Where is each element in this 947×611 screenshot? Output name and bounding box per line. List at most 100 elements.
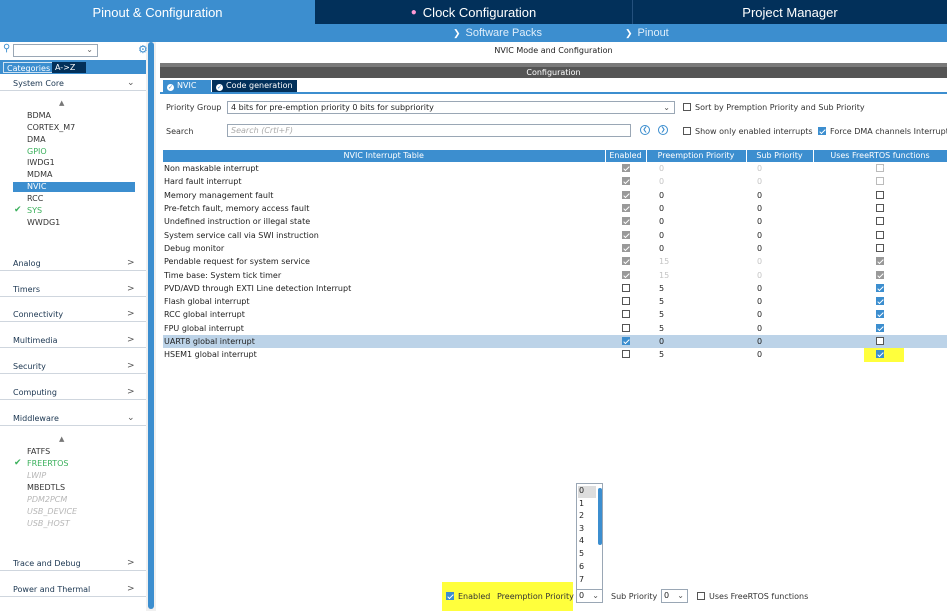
tab-code-generation[interactable]: ✓ Code generation	[212, 80, 297, 92]
freertos-checkbox[interactable]	[876, 243, 884, 252]
sub-priority-value[interactable]: 0	[746, 228, 813, 241]
tab-clock-configuration[interactable]: ● Clock Configuration	[315, 0, 633, 24]
preemption-priority-select[interactable]: 0 ⌄	[576, 589, 603, 603]
dropdown-option[interactable]: 7	[579, 575, 584, 587]
table-row[interactable]: Pendable request for system service 15 0	[163, 255, 947, 268]
column-header-enabled[interactable]: Enabled	[605, 150, 647, 162]
dropdown-option[interactable]: 6	[579, 562, 584, 574]
sidebar-item-rcc[interactable]: RCC	[27, 194, 43, 204]
preemption-value[interactable]: 0	[646, 334, 746, 349]
sidebar-item-iwdg1[interactable]: IWDG1	[27, 158, 55, 168]
column-header-name[interactable]: NVIC Interrupt Table	[163, 150, 606, 162]
force-dma-option[interactable]: Force DMA channels Interrupts	[818, 127, 947, 136]
show-enabled-checkbox[interactable]	[683, 127, 691, 135]
sort-checkbox[interactable]	[683, 103, 691, 111]
table-row[interactable]: HSEM1 global interrupt 5 0	[163, 348, 947, 361]
table-row[interactable]: Debug monitor 0 0	[163, 242, 947, 255]
priority-group-select[interactable]: 4 bits for pre-emption priority 0 bits f…	[227, 101, 675, 114]
sub-priority-value[interactable]: 0	[746, 322, 813, 335]
sidebar-item-bdma[interactable]: BDMA	[27, 111, 51, 121]
table-row[interactable]: Memory management fault 0 0	[163, 189, 947, 202]
section-multimedia[interactable]: Multimedia >	[0, 334, 146, 348]
enabled-option[interactable]: Enabled	[446, 592, 490, 601]
search-input[interactable]: Search (Crtl+F)	[227, 124, 631, 137]
sort-icon[interactable]: ▲	[59, 435, 64, 443]
column-header-freertos[interactable]: Uses FreeRTOS functions	[813, 150, 947, 162]
preemption-value[interactable]: 0	[646, 202, 746, 215]
freertos-checkbox[interactable]	[876, 350, 884, 359]
table-row[interactable]: Pre-fetch fault, memory access fault 0 0	[163, 202, 947, 215]
enabled-checkbox[interactable]	[621, 310, 630, 319]
sub-priority-value[interactable]: 0	[746, 242, 813, 255]
sub-priority-value[interactable]: 0	[746, 334, 813, 349]
table-row[interactable]: Hard fault interrupt 0 0	[163, 175, 947, 188]
table-row[interactable]: Undefined instruction or illegal state 0 0	[163, 215, 947, 228]
table-row[interactable]: RCC global interrupt 5 0	[163, 308, 947, 321]
table-row[interactable]: Non maskable interrupt 0 0	[163, 162, 947, 175]
sidebar-item-nvic[interactable]: NVIC	[13, 182, 135, 192]
freertos-checkbox[interactable]	[876, 230, 884, 239]
section-analog[interactable]: Analog >	[0, 257, 146, 271]
tab-project-manager[interactable]: Project Manager	[633, 0, 947, 24]
software-packs-menu[interactable]: ❯ Software Packs	[453, 25, 542, 41]
dropdown-option[interactable]: 0	[578, 486, 596, 498]
tab-pinout-configuration[interactable]: Pinout & Configuration	[0, 0, 315, 24]
section-connectivity[interactable]: Connectivity >	[0, 308, 146, 322]
tab-nvic[interactable]: ✓ NVIC	[163, 80, 211, 92]
sidebar-item-mbedtls[interactable]: MBEDTLS	[27, 483, 65, 493]
sidebar-search-input[interactable]: ⌄	[13, 44, 98, 57]
dropdown-scrollbar[interactable]	[598, 488, 602, 545]
dropdown-option[interactable]: 5	[579, 549, 584, 561]
enabled-checkbox[interactable]	[621, 283, 630, 292]
sidebar-item-sys[interactable]: SYS	[27, 206, 42, 216]
sidebar-scrollbar[interactable]	[148, 42, 154, 609]
preemption-value[interactable]: 0	[646, 228, 746, 241]
dropdown-option[interactable]: 3	[579, 524, 584, 536]
freertos-checkbox[interactable]	[876, 204, 884, 213]
freertos-checkbox[interactable]	[876, 297, 884, 306]
enabled-checkbox[interactable]	[621, 350, 630, 359]
section-power-and-thermal[interactable]: Power and Thermal >	[0, 583, 146, 597]
pinout-menu[interactable]: ❯ Pinout	[625, 25, 669, 41]
section-computing[interactable]: Computing >	[0, 386, 146, 400]
tab-categories[interactable]: Categories	[3, 62, 55, 73]
enabled-checkbox[interactable]	[446, 592, 454, 600]
sub-priority-select[interactable]: 0 ⌄	[661, 589, 688, 603]
freertos-checkbox[interactable]	[876, 323, 884, 332]
table-row[interactable]: PVD/AVD through EXTI Line detection Inte…	[163, 282, 947, 295]
freertos-checkbox[interactable]	[876, 337, 884, 345]
preemption-value[interactable]: 5	[646, 295, 746, 308]
sidebar-item-freertos[interactable]: FREERTOS	[27, 459, 69, 469]
chevron-down-icon[interactable]: ⌄	[86, 45, 93, 54]
table-row-selected[interactable]: UART8 global interrupt 0 0	[163, 334, 947, 349]
next-result-icon[interactable]: ❯	[658, 125, 668, 135]
sub-priority-value[interactable]: 0	[746, 282, 813, 295]
sidebar-item-fatfs[interactable]: FATFS	[27, 447, 50, 457]
gear-icon[interactable]: ⚙	[138, 43, 148, 56]
table-row[interactable]: Time base: System tick timer 15 0	[163, 268, 947, 281]
sidebar-item-gpio[interactable]: GPIO	[27, 147, 47, 157]
table-row[interactable]: Flash global interrupt 5 0	[163, 295, 947, 308]
preemption-value[interactable]: 0	[646, 189, 746, 202]
sidebar-item-cortex-m7[interactable]: CORTEX_M7	[27, 123, 75, 133]
freertos-checkbox[interactable]	[876, 310, 884, 319]
sidebar-item-wwdg1[interactable]: WWDG1	[27, 218, 60, 228]
sub-priority-value[interactable]: 0	[746, 295, 813, 308]
table-row[interactable]: System service call via SWI instruction 0…	[163, 228, 947, 241]
preemption-value[interactable]: 5	[646, 348, 746, 361]
section-security[interactable]: Security >	[0, 360, 146, 374]
dropdown-option[interactable]: 4	[579, 536, 584, 548]
freertos-checkbox[interactable]	[876, 190, 884, 199]
sub-priority-value[interactable]: 0	[746, 202, 813, 215]
section-timers[interactable]: Timers >	[0, 283, 146, 297]
enabled-checkbox[interactable]	[621, 297, 630, 306]
preemption-value[interactable]: 0	[646, 242, 746, 255]
uses-freertos-option[interactable]: Uses FreeRTOS functions	[697, 592, 808, 601]
sub-priority-value[interactable]: 0	[746, 215, 813, 228]
section-middleware[interactable]: Middleware ⌄	[0, 412, 146, 426]
freertos-checkbox[interactable]	[876, 217, 884, 226]
column-header-sub-priority[interactable]: Sub Priority	[746, 150, 814, 162]
table-row[interactable]: FPU global interrupt 5 0	[163, 322, 947, 335]
enabled-checkbox[interactable]	[621, 337, 630, 345]
section-trace-and-debug[interactable]: Trace and Debug >	[0, 557, 146, 571]
